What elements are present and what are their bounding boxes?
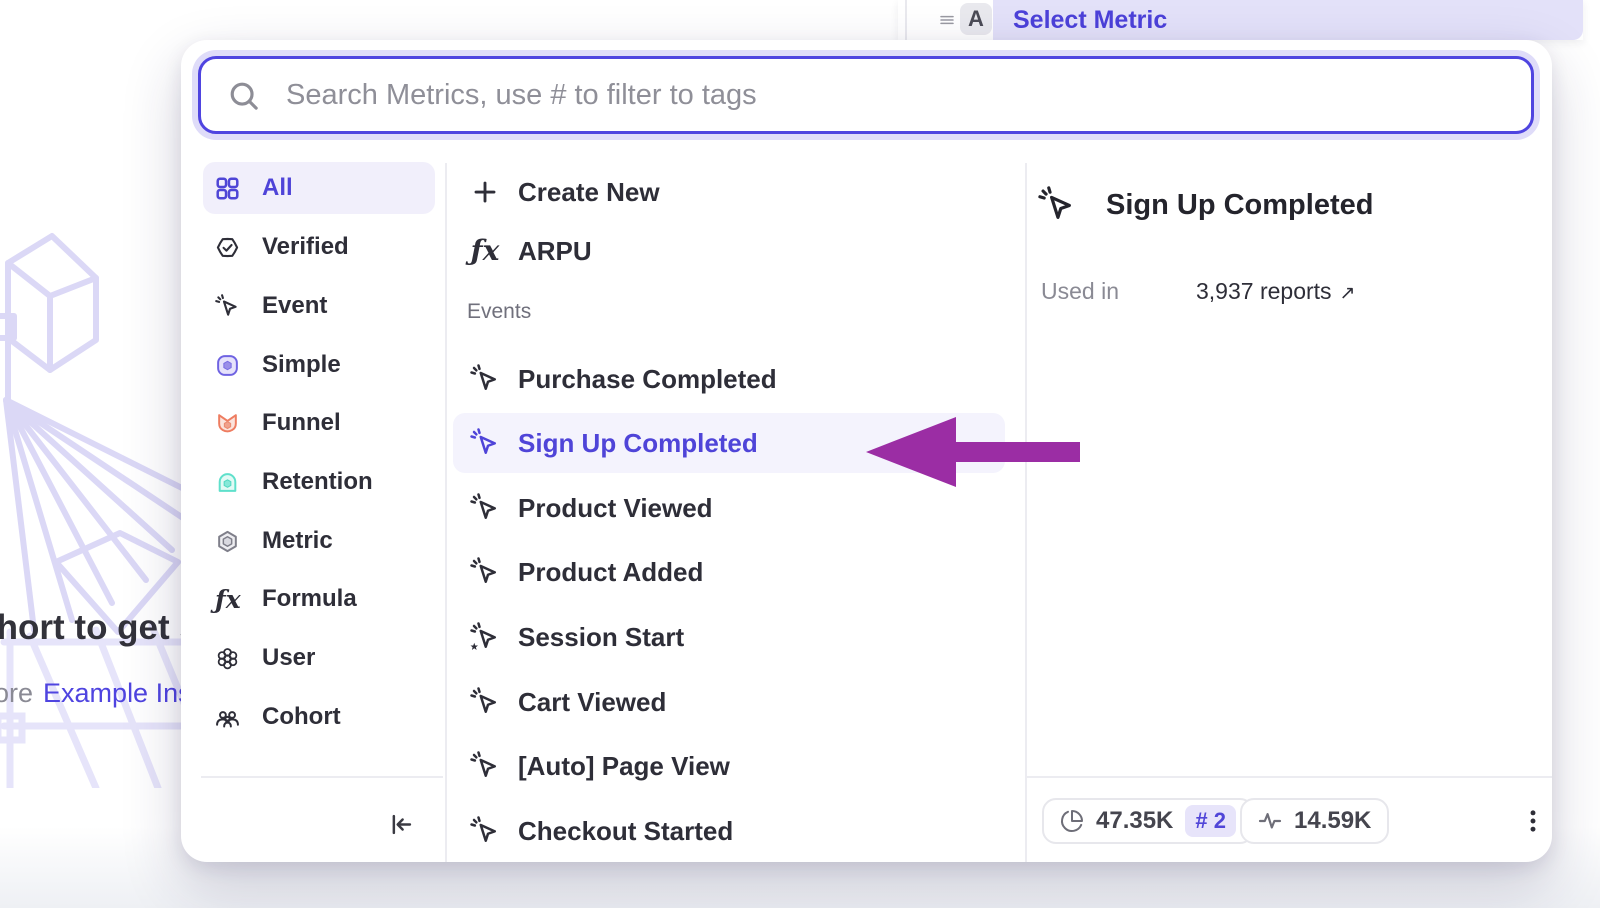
cohort-people-icon (215, 705, 240, 730)
metric-hexagon-icon (215, 529, 240, 554)
simple-icon (215, 353, 240, 378)
divider (905, 0, 907, 40)
activity-count-badge[interactable]: 14.59K (1240, 798, 1389, 844)
metric-picker-dialog: All Verified Event Simple Funnel Retenti… (181, 40, 1552, 862)
sidebar-item-all[interactable]: All (203, 162, 435, 214)
list-item-label: Purchase Completed (518, 364, 777, 395)
used-in-row: Used in 3,937 reports ↗ (1041, 278, 1355, 305)
list-item-label: Product Added (518, 557, 703, 588)
event-cursor-icon (215, 294, 240, 319)
event-cursor-icon (470, 816, 500, 846)
list-item-label: Create New (518, 177, 660, 208)
event-cursor-icon (470, 364, 500, 394)
sidebar-item-label: Metric (262, 527, 333, 555)
used-in-label: Used in (1041, 278, 1196, 305)
sidebar-item-verified[interactable]: Verified (203, 221, 435, 273)
formula-fx-icon: ƒx (215, 587, 240, 612)
collapse-left-icon (388, 811, 415, 838)
sidebar-item-label: Verified (262, 233, 349, 261)
list-item-purchase-completed[interactable]: Purchase Completed (453, 349, 1005, 409)
sidebar-item-label: Funnel (262, 409, 341, 437)
list-item-session-start[interactable]: Session Start (453, 607, 1005, 667)
sidebar-item-label: Event (262, 292, 327, 320)
collapse-sidebar-button[interactable] (383, 806, 419, 842)
external-link-icon: ↗ (1340, 282, 1356, 305)
sidebar-item-label: Retention (262, 468, 373, 496)
list-item-arpu[interactable]: ƒx ARPU (453, 221, 1005, 281)
list-item-auto-page-view[interactable]: [Auto] Page View (453, 736, 1005, 796)
sidebar-item-label: User (262, 644, 315, 672)
funnel-icon (215, 411, 240, 436)
list-item-cart-viewed[interactable]: Cart Viewed (453, 672, 1005, 732)
grid-icon (215, 176, 240, 201)
list-item-label: Checkout Started (518, 816, 733, 847)
pie-chart-icon (1060, 809, 1084, 833)
user-cluster-icon (215, 646, 240, 671)
query-builder-metric-row: A Select Metric (898, 0, 1583, 40)
sidebar-item-funnel[interactable]: Funnel (203, 397, 435, 449)
sidebar-item-user[interactable]: User (203, 632, 435, 684)
divider (445, 163, 447, 862)
search-icon (227, 79, 260, 112)
list-item-checkout-started[interactable]: Checkout Started (453, 801, 1005, 861)
drag-handle-icon[interactable] (938, 11, 956, 29)
event-cursor-icon (1038, 186, 1076, 224)
background-headline: Cohort to get s (0, 608, 199, 648)
background-subline-prefix: ore (0, 678, 33, 708)
list-item-label: Cart Viewed (518, 687, 666, 718)
divider (201, 776, 443, 778)
event-cursor-icon (470, 557, 500, 587)
background-subline: ore Example Ins (0, 678, 192, 709)
sidebar-item-formula[interactable]: ƒx Formula (203, 573, 435, 625)
events-section-header: Events (467, 300, 531, 324)
list-item-product-added[interactable]: Product Added (453, 542, 1005, 602)
sidebar-item-label: All (262, 174, 293, 202)
select-metric-field[interactable]: Select Metric (993, 0, 1583, 40)
retention-icon (215, 470, 240, 495)
event-cursor-icon (470, 428, 500, 458)
metric-row-label-badge: A (960, 3, 992, 35)
event-cursor-icon (470, 687, 500, 717)
sidebar-item-label: Formula (262, 585, 357, 613)
detail-header: Sign Up Completed (1038, 186, 1373, 224)
divider (1025, 163, 1027, 862)
event-cursor-icon (470, 751, 500, 781)
kebab-menu-icon (1519, 807, 1547, 835)
search-box[interactable] (198, 56, 1534, 134)
list-item-label: Session Start (518, 622, 684, 653)
formula-fx-icon: ƒx (470, 237, 500, 265)
screen-root: Cohort to get s ore Example Ins A Select … (0, 0, 1600, 908)
more-options-button[interactable] (1515, 802, 1551, 840)
event-cursor-star-icon (470, 622, 500, 652)
list-item-label: [Auto] Page View (518, 751, 730, 782)
total-count-value: 47.35K (1096, 807, 1173, 835)
list-item-label: Product Viewed (518, 493, 713, 524)
rank-chip: # 2 (1185, 805, 1236, 837)
sidebar-item-cohort[interactable]: Cohort (203, 691, 435, 743)
reports-count: 3,937 reports (1196, 278, 1332, 305)
sidebar-item-label: Cohort (262, 703, 341, 731)
event-cursor-icon (470, 493, 500, 523)
sidebar-item-metric[interactable]: Metric (203, 515, 435, 567)
activity-count-value: 14.59K (1294, 807, 1371, 835)
list-item-label: Sign Up Completed (518, 428, 758, 459)
list-item-label: ARPU (518, 236, 592, 267)
sidebar-item-retention[interactable]: Retention (203, 456, 435, 508)
annotation-arrow (866, 417, 1080, 487)
sidebar-item-label: Simple (262, 351, 341, 379)
create-new-button[interactable]: Create New (453, 162, 1005, 222)
sidebar-item-simple[interactable]: Simple (203, 339, 435, 391)
total-count-badge[interactable]: 47.35K # 2 (1042, 798, 1254, 844)
sidebar-item-event[interactable]: Event (203, 280, 435, 332)
divider (1026, 776, 1552, 778)
select-metric-label: Select Metric (1013, 6, 1167, 35)
plus-icon (470, 177, 500, 207)
reports-link[interactable]: 3,937 reports ↗ (1196, 278, 1355, 305)
search-input[interactable] (284, 78, 1505, 113)
example-insights-link[interactable]: Example Ins (43, 678, 192, 708)
detail-title: Sign Up Completed (1106, 189, 1373, 222)
verified-badge-icon (215, 235, 240, 260)
activity-icon (1258, 809, 1282, 833)
list-item-product-viewed[interactable]: Product Viewed (453, 478, 1005, 538)
